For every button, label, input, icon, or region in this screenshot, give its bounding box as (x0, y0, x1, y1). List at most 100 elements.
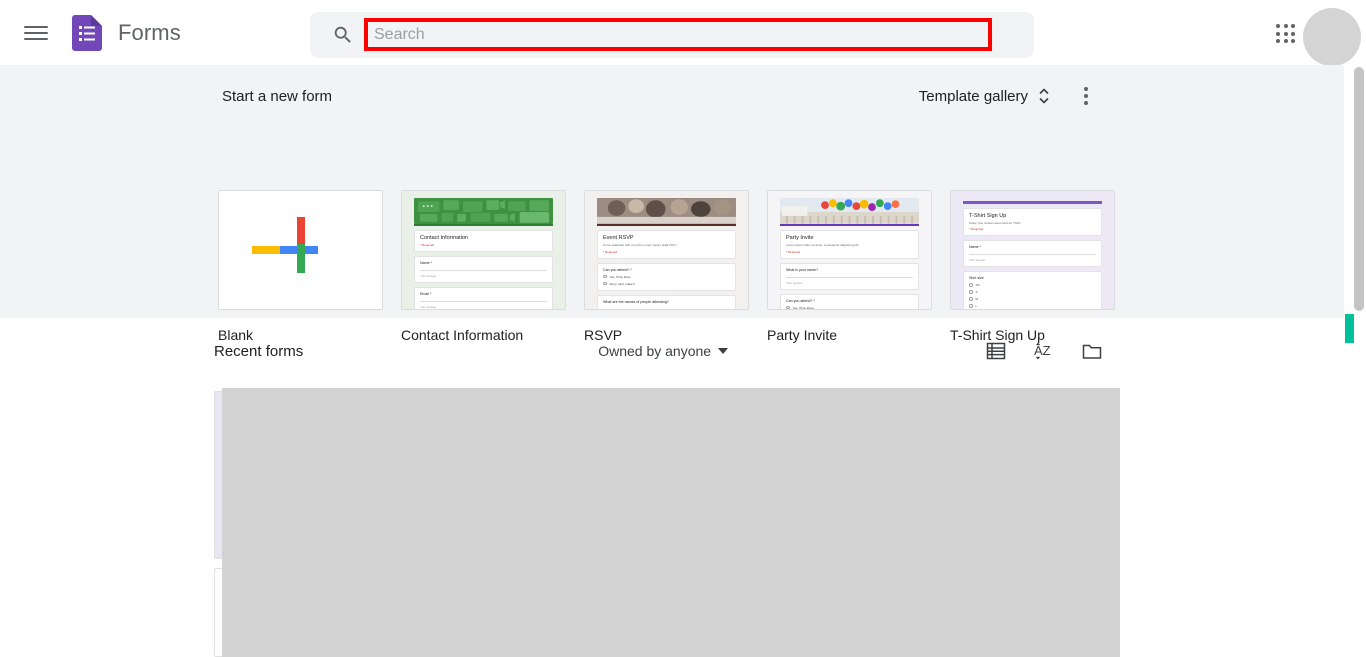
mini-form-preview: Event RSVP Come celebrate with us at the… (585, 191, 748, 309)
mini-radio-option: M (969, 297, 1096, 301)
mini-radio-option: Yes, I'll be there (786, 305, 913, 310)
mini-radio-option: XS (969, 283, 1096, 287)
mini-question-label: What is your name? (786, 267, 818, 272)
start-new-form-section: Start a new form Template gallery Blank … (0, 65, 1344, 343)
mini-title-card: Party Invite Lorem ipsum dolor sit amet,… (780, 230, 919, 259)
template-gallery-button[interactable]: Template gallery (919, 88, 1028, 105)
mini-form-title: Event RSVP (603, 235, 634, 241)
template-card-contact-information[interactable]: Contact Information * Required Name * Yo… (401, 190, 566, 343)
mini-answer-placeholder: Your answer (969, 258, 986, 262)
radio-icon (969, 283, 973, 287)
mini-question-label: Name * (420, 261, 432, 265)
radio-icon (786, 305, 790, 309)
template-header-actions: Template gallery (919, 84, 1098, 108)
vertical-scrollbar-thumb[interactable] (1354, 67, 1364, 311)
mini-title-card: Event RSVP Come celebrate with us at the… (597, 230, 736, 259)
mini-answer-placeholder: Your answer (420, 305, 437, 309)
mini-question-label: What are the names of people attending? (603, 299, 669, 304)
mini-form-title: Party Invite (786, 235, 814, 241)
search-input[interactable] (368, 22, 988, 47)
mini-question-card: What are the names of people attending? … (597, 294, 736, 309)
google-apps-grid-icon[interactable] (1274, 22, 1298, 46)
caret-down-icon (718, 348, 729, 354)
template-card-rsvp[interactable]: Event RSVP Come celebrate with us at the… (584, 190, 749, 343)
recent-forms-actions: AZ (984, 339, 1104, 363)
mini-option-label: Sorry, can't make it (609, 281, 635, 286)
recent-forms-title: Recent forms (214, 342, 304, 360)
mini-form-title: T-Shirt Sign Up (969, 212, 1007, 219)
mini-radio-option: S (969, 290, 1096, 294)
mini-form-subtitle: Order your custom team shirt for TGIF! (969, 220, 1021, 225)
owner-filter-dropdown[interactable]: Owned by anyone (598, 343, 729, 359)
sort-az-icon[interactable]: AZ (1032, 339, 1056, 363)
mini-form-subtitle: Lorem ipsum dolor sit amet, consectetur … (786, 243, 860, 247)
mini-required-note: * Required (786, 249, 801, 254)
mini-option-label: Yes, I'll be there (792, 305, 814, 310)
scroll-position-marker (1345, 314, 1354, 343)
template-card-blank[interactable]: Blank (218, 190, 383, 343)
mini-form-preview: Contact Information * Required Name * Yo… (402, 191, 565, 309)
mini-required-note: * Required (420, 243, 435, 247)
mini-option-label: Yes, I'll be there (609, 274, 631, 279)
mini-option-label: S (975, 290, 978, 294)
template-thumbnail-rsvp: Event RSVP Come celebrate with us at the… (584, 190, 749, 310)
radio-icon (969, 304, 973, 308)
mini-form-preview: T-Shirt Sign Up Order your custom team s… (951, 191, 1114, 309)
radio-icon (603, 281, 607, 286)
folder-picker-icon[interactable] (1080, 339, 1104, 363)
mini-question-card: Email * Your answer (414, 287, 553, 309)
mini-form-preview: Party Invite Lorem ipsum dolor sit amet,… (768, 191, 931, 309)
mini-answer-placeholder: Your answer (786, 280, 803, 285)
mini-banner-image (780, 198, 919, 224)
radio-icon (603, 274, 607, 279)
mini-radio-option: Sorry, can't make it (603, 282, 730, 286)
svg-text:AZ: AZ (1034, 343, 1051, 358)
radio-icon (969, 297, 973, 301)
mini-question-card: Can you attend? * Yes, I'll be there Sor… (780, 293, 919, 310)
mini-title-card: Contact Information * Required (414, 230, 553, 252)
forms-home-link[interactable]: Forms (72, 14, 181, 51)
more-options-kebab-icon[interactable] (1074, 84, 1098, 108)
template-card-tshirt-sign-up[interactable]: T-Shirt Sign Up Order your custom team s… (950, 190, 1115, 343)
list-view-icon[interactable] (984, 339, 1008, 363)
template-thumbnail-tshirt-sign-up: T-Shirt Sign Up Order your custom team s… (950, 190, 1115, 310)
mini-form-subtitle: Come celebrate with us at the Lorem Ipsu… (603, 243, 677, 247)
mini-radio-option: L (969, 304, 1096, 308)
mini-question-label: Shirt size (969, 276, 984, 280)
mini-question-card: Name * Your answer (963, 240, 1102, 267)
recent-forms-header: Recent forms Owned by anyone AZ (214, 336, 1104, 366)
mini-banner-image (597, 198, 736, 224)
mini-option-label: M (975, 297, 979, 301)
mini-required-note: * Required (969, 227, 984, 231)
hamburger-menu-icon[interactable] (24, 21, 48, 45)
radio-icon (969, 290, 973, 294)
mini-question-card: What is your name? Your answer (780, 262, 919, 290)
mini-option-label: XS (975, 283, 980, 287)
google-forms-logo-icon (72, 14, 102, 51)
mini-answer-placeholder: Your answer (420, 274, 437, 278)
user-avatar[interactable] (1303, 8, 1361, 66)
colored-plus-icon (219, 191, 382, 309)
search-icon (332, 24, 354, 46)
template-card-party-invite[interactable]: Party Invite Lorem ipsum dolor sit amet,… (767, 190, 932, 343)
mini-required-note: * Required (603, 249, 618, 254)
chevron-up-down-icon[interactable] (1036, 85, 1052, 107)
search-bar[interactable] (310, 12, 1034, 58)
google-forms-home-page: Forms Start a new form Template gallery (0, 0, 1366, 657)
mini-radio-option: Yes, I'll be there (603, 275, 730, 279)
section-right-edge (1344, 65, 1352, 318)
template-thumbnail-party-invite: Party Invite Lorem ipsum dolor sit amet,… (767, 190, 932, 310)
template-thumbnail-contact-information: Contact Information * Required Name * Yo… (401, 190, 566, 310)
mini-question-label: Can you attend? * (603, 267, 632, 272)
search-input-highlight (364, 18, 992, 51)
mini-question-label: Name * (969, 245, 981, 249)
app-header: Forms (0, 0, 1366, 66)
mini-question-label: Email * (420, 292, 432, 296)
mini-question-label: Can you attend? * (786, 298, 815, 303)
template-list: Blank Contact Information * Required Nam… (218, 190, 1115, 343)
owner-filter-label: Owned by anyone (598, 343, 712, 359)
mini-question-card: Name * Your answer (414, 256, 553, 283)
mini-banner-image (414, 198, 553, 224)
mini-title-card: T-Shirt Sign Up Order your custom team s… (963, 207, 1102, 236)
mini-option-label: L (975, 304, 978, 308)
